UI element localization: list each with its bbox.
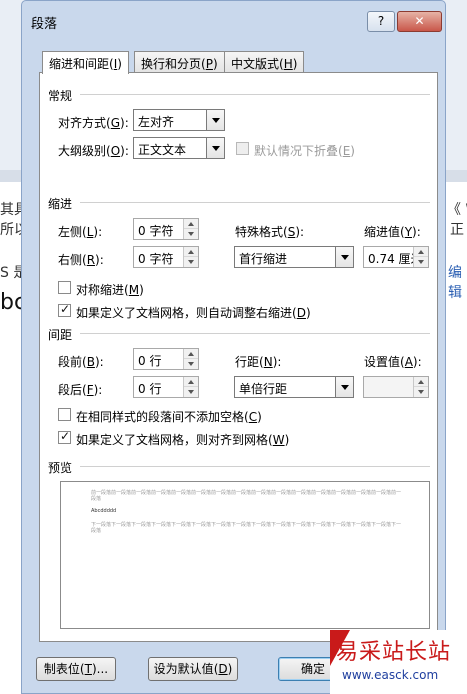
snap-to-grid-label: 如果定义了文档网格，则对齐到网格(W) — [76, 433, 290, 447]
watermark-text: 易采站长站 — [336, 640, 452, 665]
tab-indents-spacing[interactable]: 缩进和间距(I) — [42, 51, 129, 74]
section-preview-heading: 预览 — [48, 461, 73, 475]
special-indent-label: 特殊格式(S): — [235, 225, 305, 239]
section-general-heading: 常规 — [48, 89, 73, 103]
spin-down-icon[interactable] — [184, 387, 198, 397]
indent-right-label: 右侧(R): — [58, 253, 104, 267]
spin-up-icon[interactable] — [414, 377, 428, 387]
dialog-titlebar[interactable]: 段落 ? ✕ — [22, 1, 445, 37]
no-space-same-style-label: 在相同样式的段落间不添加空格(C) — [76, 410, 262, 424]
spacing-at-label: 设置值(A): — [364, 355, 422, 369]
doc-text-fragment: 正 — [450, 222, 464, 238]
collapse-default-label: 默认情况下折叠(E) — [254, 144, 355, 158]
divider — [80, 466, 430, 467]
spin-down-icon[interactable] — [414, 257, 428, 267]
collapse-default-checkbox[interactable] — [236, 142, 249, 155]
spacing-after-input[interactable]: 0 行 — [133, 376, 199, 398]
chevron-down-icon[interactable] — [206, 138, 224, 158]
preview-next-paragraph: 下一段落下一段落下一段落下一段落下一段落下一段落下一段落下一段落下一段落下一段落… — [91, 522, 402, 534]
spin-down-icon[interactable] — [184, 359, 198, 369]
divider — [80, 333, 430, 334]
indent-by-input[interactable]: 0.74 厘米 — [363, 246, 429, 268]
tab-asian-typography[interactable]: 中文版式(H) — [224, 51, 305, 73]
outline-level-select[interactable]: 正文文本 — [133, 137, 225, 159]
close-button[interactable]: ✕ — [397, 11, 442, 32]
spin-up-icon[interactable] — [184, 349, 198, 359]
spacing-after-label: 段后(F): — [58, 383, 103, 397]
tab-panel: 常规 对齐方式(G): 左对齐 大纲级别(O): 正文文本 默认情况下折叠(E)… — [39, 72, 438, 642]
paragraph-dialog: 段落 ? ✕ 缩进和间距(I) 换行和分页(P) 中文版式(H) 常规 对齐方式… — [21, 0, 446, 694]
section-indent-heading: 缩进 — [48, 197, 73, 211]
indent-by-label: 缩进值(Y): — [364, 225, 421, 239]
spin-up-icon[interactable] — [184, 377, 198, 387]
spacing-before-label: 段前(B): — [58, 355, 104, 369]
watermark-url: www.easck.com — [342, 668, 439, 682]
watermark: 易采站长站 www.easck.com — [330, 630, 467, 694]
auto-adjust-right-indent-checkbox[interactable] — [58, 302, 71, 317]
mirror-indents-label: 对称缩进(M) — [76, 283, 144, 297]
tabs-button[interactable]: 制表位(T)... — [36, 657, 116, 681]
line-spacing-select[interactable]: 单倍行距 — [234, 376, 354, 398]
outline-level-label: 大纲级别(O): — [58, 144, 129, 158]
chevron-down-icon[interactable] — [206, 110, 224, 130]
spin-down-icon[interactable] — [184, 257, 198, 267]
section-spacing-heading: 间距 — [48, 328, 73, 342]
no-space-same-style-checkbox[interactable] — [58, 408, 71, 421]
spin-up-icon[interactable] — [184, 247, 198, 257]
dialog-title: 段落 — [31, 17, 58, 32]
indent-right-input[interactable]: 0 字符 — [133, 246, 199, 268]
preview-previous-paragraph: 前一段落前一段落前一段落前一段落前一段落前一段落前一段落前一段落前一段落前一段落… — [91, 490, 402, 502]
preview-sample-text: Abcddddd — [91, 508, 117, 514]
spacing-before-input[interactable]: 0 行 — [133, 348, 199, 370]
set-default-button[interactable]: 设为默认值(D) — [148, 657, 238, 681]
mirror-indents-checkbox[interactable] — [58, 281, 71, 294]
divider — [80, 202, 430, 203]
snap-to-grid-checkbox[interactable] — [58, 429, 71, 444]
alignment-label: 对齐方式(G): — [58, 116, 129, 130]
spin-down-icon[interactable] — [414, 387, 428, 397]
auto-adjust-right-indent-label: 如果定义了文档网格，则自动调整右缩进(D) — [76, 306, 311, 320]
chevron-down-icon[interactable] — [335, 377, 353, 397]
divider — [80, 94, 430, 95]
indent-left-input[interactable]: 0 字符 — [133, 218, 199, 240]
help-button[interactable]: ? — [367, 11, 395, 32]
line-spacing-label: 行距(N): — [235, 355, 282, 369]
indent-left-label: 左侧(L): — [58, 225, 103, 239]
paragraph-preview: 前一段落前一段落前一段落前一段落前一段落前一段落前一段落前一段落前一段落前一段落… — [60, 481, 430, 629]
spin-up-icon[interactable] — [184, 219, 198, 229]
doc-link-fragment: 编辑 — [448, 265, 462, 301]
special-indent-select[interactable]: 首行缩进 — [234, 246, 354, 268]
chevron-down-icon[interactable] — [335, 247, 353, 267]
doc-text-fragment: 《 Wo — [447, 202, 467, 218]
alignment-select[interactable]: 左对齐 — [133, 109, 225, 131]
tab-line-page-breaks[interactable]: 换行和分页(P) — [134, 51, 225, 73]
spin-down-icon[interactable] — [184, 229, 198, 239]
spin-up-icon[interactable] — [414, 247, 428, 257]
spacing-at-input[interactable] — [363, 376, 429, 398]
